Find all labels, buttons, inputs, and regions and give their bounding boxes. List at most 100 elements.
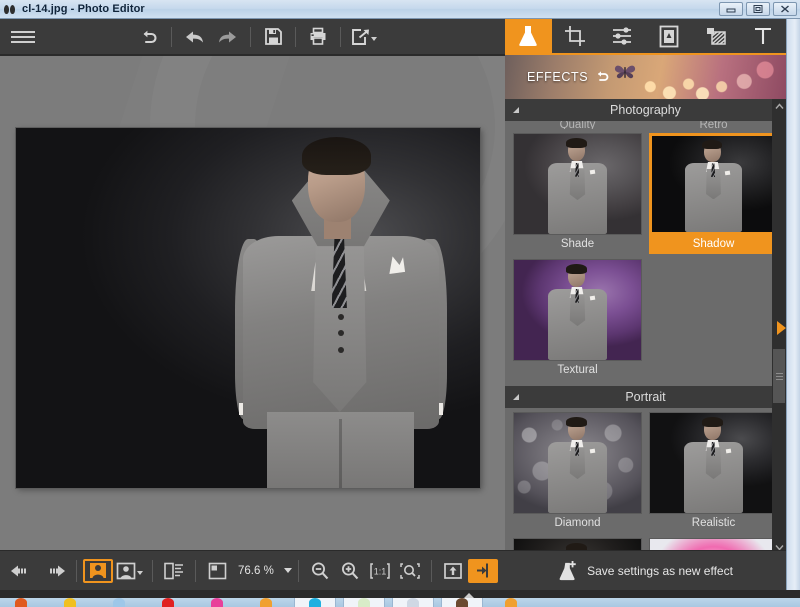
taskbar-item[interactable] [490,598,532,607]
edited-photo[interactable] [16,128,480,488]
tab-text[interactable] [739,19,786,53]
before-after-compare-button[interactable] [159,556,189,586]
tab-crop[interactable] [552,19,599,53]
partial-label: Quality [559,121,596,129]
tab-overlay[interactable] [692,19,739,53]
effects-panel: EFFECTS Photography Quality Retro Shade … [505,19,786,590]
window-right-edge [786,19,800,590]
taskbar-item[interactable] [196,598,238,607]
taskbar-item[interactable] [294,598,336,607]
scroll-grip-icon [775,371,783,382]
redo-button[interactable] [211,22,245,52]
bottom-toolbar: 76.6 % 1:1 [0,550,505,590]
effect-label: Diamond [554,517,601,529]
upload-button[interactable] [438,556,468,586]
partial-caption: Retro [649,121,778,129]
photo-list-view-button[interactable] [113,556,146,586]
tab-adjust[interactable] [599,19,646,53]
taskbar [0,590,800,607]
crop-icon [565,26,586,46]
taskbar-item[interactable] [98,598,140,607]
zoom-out-button[interactable] [305,556,335,586]
effect-item-diamond[interactable]: Diamond [513,412,642,533]
effect-thumbnail [513,412,642,514]
top-toolbar [0,19,505,55]
taskbar-buttons [0,598,800,607]
effect-item-empty [649,259,778,380]
text-t-icon [754,27,771,44]
photography-effects-grid: Shade Shadow Textural [505,129,786,386]
share-button[interactable] [346,22,380,52]
menu-button[interactable] [0,28,46,46]
save-button[interactable] [256,22,290,52]
zoom-in-icon [341,562,359,579]
photo-editor-icon [4,3,17,16]
taskbar-item[interactable] [343,598,385,607]
close-button[interactable] [773,2,797,16]
maximize-button[interactable] [746,2,770,16]
overlay-icon [706,28,726,45]
effect-thumbnail [513,259,642,361]
single-photo-view-button[interactable] [83,558,113,583]
redo-arrow-icon [219,31,236,42]
collapse-triangle-icon [513,394,519,400]
undo-button[interactable] [177,22,211,52]
share-export-icon [351,28,369,45]
toolbar-separator [340,26,341,47]
tab-effects[interactable] [505,19,552,53]
actual-size-button[interactable]: 1:1 [365,556,395,586]
portrait-effects-grid: Diamond Realistic [505,408,786,554]
effect-item-shade[interactable]: Shade [513,133,642,254]
fit-window-button[interactable] [202,556,232,586]
minimize-button[interactable] [719,2,743,16]
butterfly-icon [614,65,635,79]
tab-frame[interactable] [645,19,692,53]
taskbar-item[interactable] [245,598,287,607]
effects-scroll-area[interactable]: Photography Quality Retro Shade Shadow T… [505,99,786,554]
scroll-up-button[interactable] [774,99,784,113]
photo-editor-window: cl-14.jpg - Photo Editor 76.6 % 1:1 EFFE… [0,0,800,607]
exit-apply-button[interactable] [467,558,498,583]
section-portrait-header[interactable]: Portrait [505,386,786,408]
image-canvas[interactable] [0,56,505,550]
save-settings-label: Save settings as new effect [587,563,733,578]
taskbar-item[interactable] [0,598,42,607]
flask-plus-icon [559,560,576,580]
print-button[interactable] [301,22,335,52]
frame-icon [659,25,679,47]
collapse-triangle-icon [513,107,519,113]
next-image-button[interactable] [38,556,70,586]
zoom-dropdown-button[interactable] [283,568,292,573]
taskbar-item[interactable] [392,598,434,607]
reset-arrow-icon[interactable] [595,70,610,84]
zoom-in-button[interactable] [335,556,365,586]
window-title: cl-14.jpg - Photo Editor [22,3,145,15]
effect-label: Shadow [649,235,778,254]
taskbar-item[interactable] [49,598,91,607]
taskbar-item[interactable] [147,598,189,607]
reset-arrow-icon [143,30,157,43]
taskbar-item[interactable] [441,598,483,607]
effect-label: Realistic [691,517,736,529]
partial-caption: Quality [513,121,642,129]
fit-to-screen-button[interactable] [395,556,425,586]
undo-arrow-icon [186,31,203,42]
section-photography-header[interactable]: Photography [505,99,786,121]
single-photo-view-icon [90,563,106,578]
scroll-thumb[interactable] [773,349,785,403]
previous-image-icon [11,565,26,576]
toolbar-separator [76,559,77,582]
fit-to-screen-icon [400,562,420,579]
save-settings-bar[interactable]: Save settings as new effect [505,550,786,590]
effect-item-realistic[interactable]: Realistic [649,412,778,533]
window-controls [719,2,797,16]
floppy-disk-icon [264,28,282,45]
collapse-panel-button[interactable] [777,321,786,335]
section-title: Photography [610,103,681,117]
effect-item-textural[interactable]: Textural [513,259,642,380]
previous-image-button[interactable] [6,556,38,586]
panel-tabs [505,19,786,55]
reset-button[interactable] [132,22,166,52]
effect-thumbnail [513,133,642,235]
effect-item-shadow[interactable]: Shadow [649,133,778,254]
